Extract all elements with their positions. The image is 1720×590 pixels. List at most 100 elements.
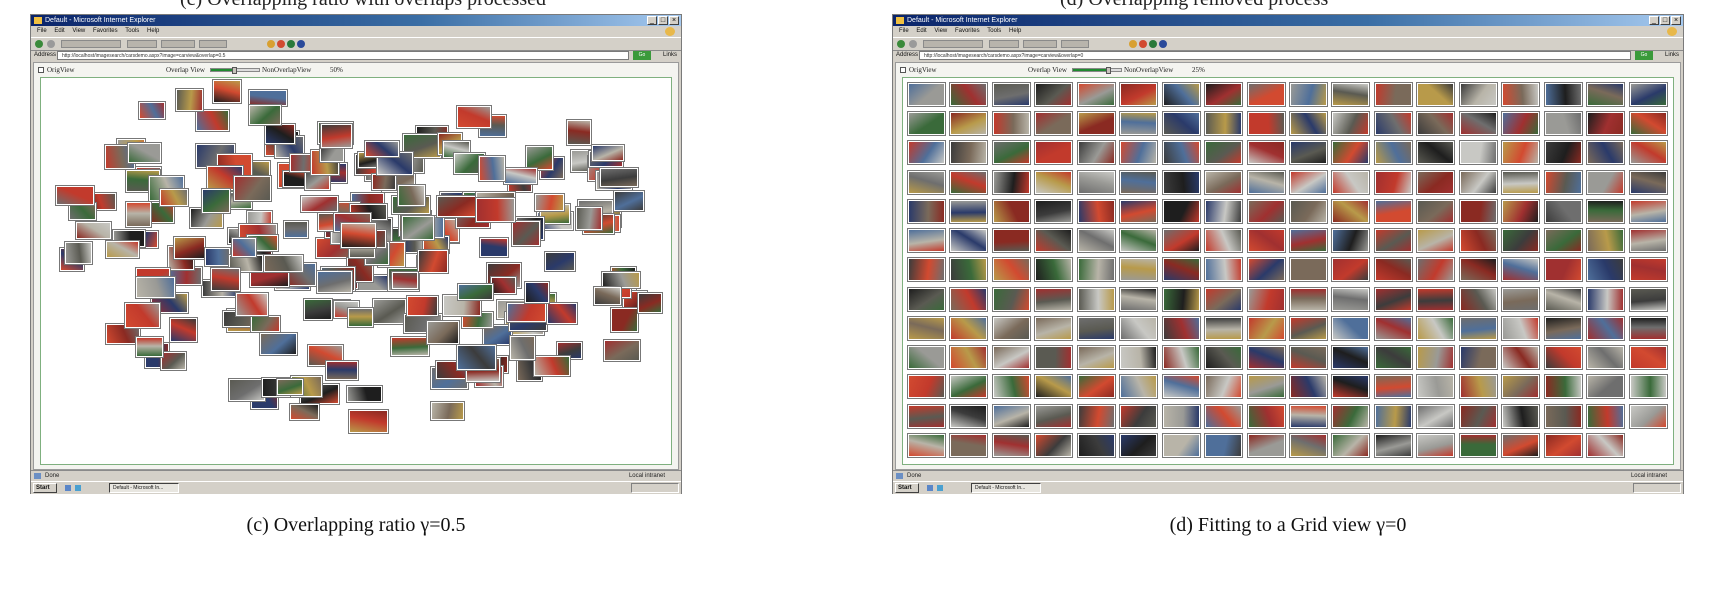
car-thumbnail[interactable] bbox=[1332, 171, 1369, 194]
car-thumbnail[interactable] bbox=[1205, 229, 1242, 252]
car-thumbnail[interactable] bbox=[321, 124, 352, 148]
car-thumbnail[interactable] bbox=[1248, 200, 1285, 223]
car-thumbnail[interactable] bbox=[1417, 171, 1454, 194]
car-thumbnail[interactable] bbox=[908, 141, 945, 164]
media-button[interactable] bbox=[199, 40, 227, 48]
car-thumbnail[interactable] bbox=[1120, 258, 1157, 281]
car-thumbnail[interactable] bbox=[1630, 141, 1667, 164]
car-thumbnail[interactable] bbox=[365, 141, 399, 157]
car-thumbnail[interactable] bbox=[106, 241, 139, 258]
car-thumbnail[interactable] bbox=[284, 221, 308, 238]
car-thumbnail[interactable] bbox=[908, 434, 945, 457]
car-thumbnail[interactable] bbox=[1290, 258, 1327, 281]
car-thumbnail[interactable] bbox=[1545, 171, 1582, 194]
taskbar-window-item[interactable]: Default - Microsoft In... bbox=[971, 483, 1041, 493]
messenger-icon[interactable] bbox=[297, 40, 305, 48]
car-thumbnail[interactable] bbox=[1375, 229, 1412, 252]
car-thumbnail[interactable] bbox=[1035, 317, 1072, 340]
car-thumbnail[interactable] bbox=[1290, 434, 1327, 457]
car-thumbnail[interactable] bbox=[1205, 405, 1242, 428]
car-thumbnail[interactable] bbox=[1163, 288, 1200, 311]
car-thumbnail[interactable] bbox=[1290, 317, 1327, 340]
quick-launch-icon[interactable] bbox=[75, 485, 81, 491]
car-thumbnail[interactable] bbox=[1332, 112, 1369, 135]
car-thumbnail[interactable] bbox=[1290, 405, 1327, 428]
car-thumbnail[interactable] bbox=[1035, 83, 1072, 106]
car-thumbnail[interactable] bbox=[504, 168, 537, 184]
car-thumbnail[interactable] bbox=[1290, 141, 1327, 164]
car-thumbnail[interactable] bbox=[277, 379, 303, 395]
car-thumbnail[interactable] bbox=[1332, 258, 1369, 281]
car-thumbnail[interactable] bbox=[1545, 112, 1582, 135]
quick-launch-icon[interactable] bbox=[937, 485, 943, 491]
car-thumbnail[interactable] bbox=[1248, 112, 1285, 135]
messenger-icon[interactable] bbox=[1159, 40, 1167, 48]
car-thumbnail[interactable] bbox=[1163, 141, 1200, 164]
car-thumbnail[interactable] bbox=[56, 186, 94, 205]
car-thumbnail[interactable] bbox=[1545, 346, 1582, 369]
car-thumbnail[interactable] bbox=[1460, 171, 1497, 194]
car-thumbnail[interactable] bbox=[1290, 171, 1327, 194]
car-thumbnail[interactable] bbox=[1035, 200, 1072, 223]
address-input[interactable]: http://localhost/imagesearch/carsdemo.as… bbox=[57, 51, 629, 60]
car-thumbnail[interactable] bbox=[1545, 83, 1582, 106]
car-thumbnail[interactable] bbox=[1417, 346, 1454, 369]
car-thumbnail[interactable] bbox=[402, 216, 434, 240]
car-thumbnail[interactable] bbox=[1290, 112, 1327, 135]
car-thumbnail[interactable] bbox=[1205, 317, 1242, 340]
forward-icon[interactable] bbox=[47, 40, 55, 48]
menu-edit[interactable]: Edit bbox=[54, 28, 64, 34]
car-thumbnail[interactable] bbox=[1630, 346, 1667, 369]
car-thumbnail[interactable] bbox=[1332, 317, 1369, 340]
car-thumbnail[interactable] bbox=[249, 90, 287, 106]
car-thumbnail[interactable] bbox=[1078, 83, 1115, 106]
car-thumbnail[interactable] bbox=[1375, 171, 1412, 194]
car-thumbnail[interactable] bbox=[1078, 375, 1115, 398]
overlap-slider[interactable] bbox=[210, 67, 260, 74]
links-label[interactable]: Links bbox=[1665, 50, 1679, 61]
car-thumbnail[interactable] bbox=[1417, 258, 1454, 281]
car-thumbnail[interactable] bbox=[1248, 375, 1285, 398]
car-thumbnail[interactable] bbox=[993, 200, 1030, 223]
car-thumbnail[interactable] bbox=[1290, 375, 1327, 398]
car-thumbnail[interactable] bbox=[1587, 83, 1624, 106]
car-thumbnail[interactable] bbox=[1078, 200, 1115, 223]
car-thumbnail[interactable] bbox=[161, 352, 186, 370]
orig-view-checkbox[interactable] bbox=[38, 67, 44, 73]
car-thumbnail[interactable] bbox=[1332, 346, 1369, 369]
back-icon[interactable] bbox=[35, 40, 43, 48]
maximize-button[interactable]: □ bbox=[1660, 16, 1670, 25]
car-thumbnail[interactable] bbox=[1205, 346, 1242, 369]
car-thumbnail[interactable] bbox=[993, 375, 1030, 398]
car-thumbnail[interactable] bbox=[1248, 258, 1285, 281]
car-thumbnail[interactable] bbox=[1502, 112, 1539, 135]
car-thumbnail[interactable] bbox=[1205, 171, 1242, 194]
car-thumbnail[interactable] bbox=[950, 171, 987, 194]
car-thumbnail[interactable] bbox=[1248, 434, 1285, 457]
start-button[interactable]: Start bbox=[33, 483, 57, 493]
window-titlebar[interactable]: Default - Microsoft Internet Explorer _ … bbox=[893, 15, 1683, 26]
car-thumbnail[interactable] bbox=[1460, 141, 1497, 164]
car-thumbnail[interactable] bbox=[1502, 229, 1539, 252]
car-thumbnail[interactable] bbox=[1630, 258, 1667, 281]
car-thumbnail[interactable] bbox=[290, 404, 319, 420]
car-thumbnail[interactable] bbox=[1460, 200, 1497, 223]
car-thumbnail[interactable] bbox=[1035, 375, 1072, 398]
car-thumbnail[interactable] bbox=[1630, 288, 1667, 311]
car-thumbnail[interactable] bbox=[1502, 258, 1539, 281]
car-thumbnail[interactable] bbox=[174, 237, 205, 259]
favorites-button[interactable] bbox=[1023, 40, 1057, 48]
car-thumbnail[interactable] bbox=[993, 434, 1030, 457]
car-thumbnail[interactable] bbox=[1120, 171, 1157, 194]
car-thumbnail[interactable] bbox=[1630, 200, 1667, 223]
car-thumbnail[interactable] bbox=[1417, 83, 1454, 106]
orig-view-checkbox[interactable] bbox=[900, 67, 906, 73]
car-thumbnail[interactable] bbox=[535, 194, 564, 211]
car-thumbnail[interactable] bbox=[1545, 434, 1582, 457]
car-thumbnail[interactable] bbox=[1163, 434, 1200, 457]
car-thumbnail[interactable] bbox=[1630, 229, 1667, 252]
car-thumbnail[interactable] bbox=[1120, 317, 1157, 340]
car-thumbnail[interactable] bbox=[1460, 258, 1497, 281]
car-thumbnail[interactable] bbox=[1248, 141, 1285, 164]
car-thumbnail[interactable] bbox=[407, 296, 438, 316]
